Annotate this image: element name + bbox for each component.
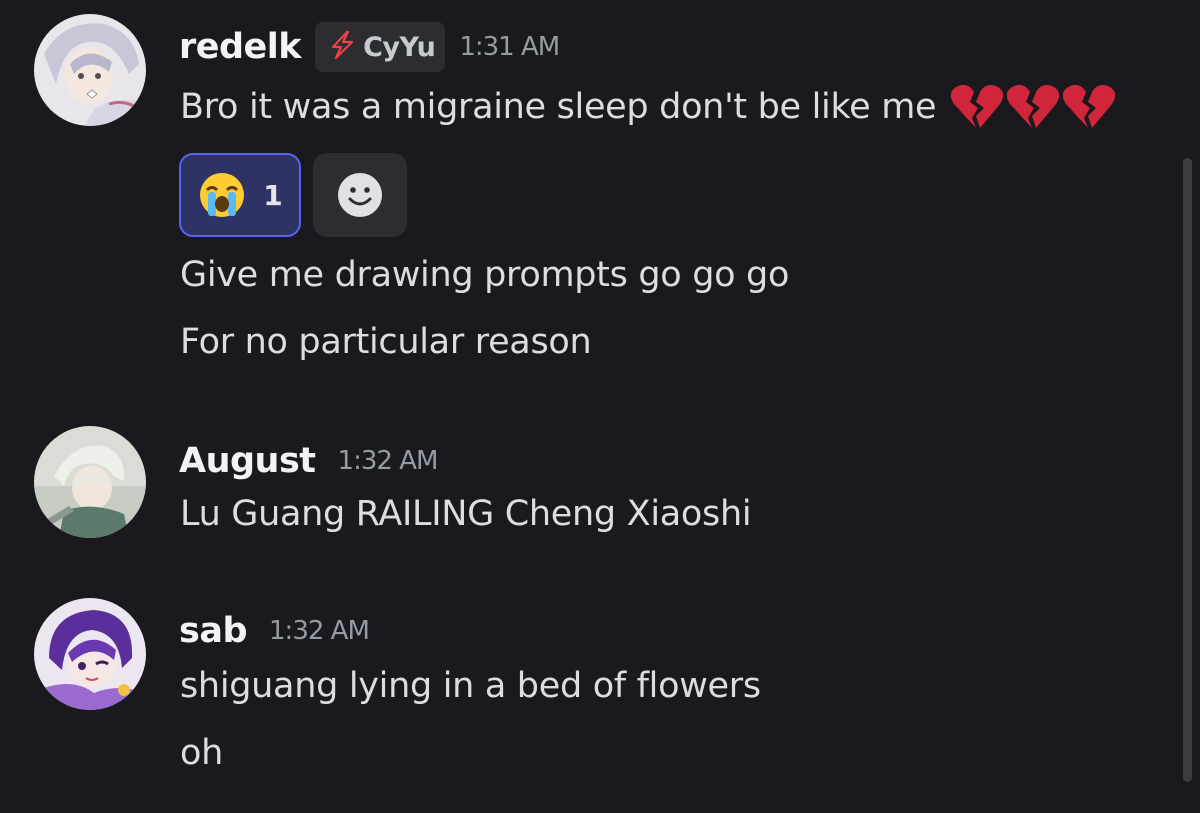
server-tag-label: CyYu [363, 31, 436, 63]
message-line: oh [180, 733, 223, 773]
message-header-redelk: redelk CyYu 1:31 AM [179, 22, 560, 72]
lightning-bolt-icon [327, 30, 357, 64]
message-line: Lu Guang RAILING Cheng Xiaoshi [180, 494, 752, 534]
broken-heart-icon [948, 82, 1120, 132]
message-line: Bro it was a migraine sleep don't be lik… [180, 82, 1120, 132]
timestamp: 1:31 AM [459, 32, 560, 62]
loudly-crying-face-icon [197, 170, 247, 220]
reaction-count: 1 [263, 178, 283, 212]
timestamp: 1:32 AM [337, 446, 439, 476]
author-name[interactable]: sab [179, 611, 248, 651]
author-name[interactable]: August [179, 441, 316, 481]
scrollbar-thumb[interactable] [1183, 158, 1192, 782]
message-header-august: August 1:32 AM [179, 436, 439, 486]
scrollbar-track[interactable] [1183, 158, 1192, 782]
avatar-august[interactable] [34, 426, 146, 538]
add-reaction-button[interactable] [313, 153, 407, 237]
server-tag[interactable]: CyYu [315, 22, 446, 72]
timestamp: 1:32 AM [269, 616, 370, 646]
avatar-sab[interactable] [34, 598, 146, 710]
author-name[interactable]: redelk [179, 27, 302, 67]
message-header-sab: sab 1:32 AM [179, 606, 370, 656]
avatar-redelk[interactable] [34, 14, 146, 126]
add-reaction-smiley-icon [336, 171, 384, 219]
message-line: shiguang lying in a bed of flowers [180, 666, 761, 706]
message-line: For no particular reason [180, 322, 592, 362]
message-line: Give me drawing prompts go go go [180, 255, 790, 295]
reaction-loudly-crying[interactable]: 1 [179, 153, 301, 237]
